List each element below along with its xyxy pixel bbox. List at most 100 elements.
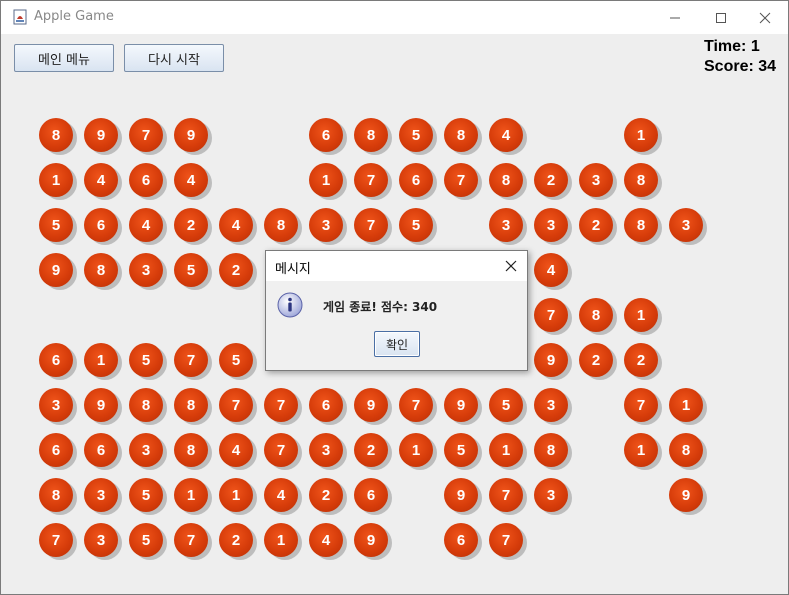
apple-cell[interactable]: 4 [84,163,122,200]
apple-cell[interactable]: 8 [354,118,392,155]
apple-cell[interactable]: 3 [309,433,347,470]
apple-cell[interactable]: 6 [354,478,392,515]
apple-cell[interactable]: 9 [669,478,707,515]
apple-cell[interactable]: 1 [489,433,527,470]
apple-cell[interactable]: 5 [399,118,437,155]
apple-cell[interactable]: 7 [354,208,392,245]
apple-cell[interactable]: 1 [39,163,77,200]
apple-cell[interactable]: 4 [174,163,212,200]
main-menu-button[interactable]: 메인 메뉴 [14,44,114,72]
apple-cell[interactable]: 7 [624,388,662,425]
apple-cell[interactable]: 4 [489,118,527,155]
apple-cell[interactable]: 6 [444,523,482,560]
apple-cell[interactable]: 9 [354,388,392,425]
apple-cell[interactable]: 5 [129,343,167,380]
apple-cell[interactable]: 6 [309,118,347,155]
apple-cell[interactable]: 4 [129,208,167,245]
apple-cell[interactable]: 3 [129,253,167,290]
apple-cell[interactable]: 5 [39,208,77,245]
apple-cell[interactable]: 9 [354,523,392,560]
apple-cell[interactable]: 8 [174,388,212,425]
apple-cell[interactable]: 7 [489,523,527,560]
apple-cell[interactable]: 3 [39,388,77,425]
apple-cell[interactable]: 6 [129,163,167,200]
apple-cell[interactable]: 8 [174,433,212,470]
apple-cell[interactable]: 6 [84,433,122,470]
apple-cell[interactable]: 7 [534,298,572,335]
apple-cell[interactable]: 1 [624,433,662,470]
apple-cell[interactable]: 8 [264,208,302,245]
restart-button[interactable]: 다시 시작 [124,44,224,72]
apple-cell[interactable]: 4 [219,433,257,470]
apple-cell[interactable]: 7 [264,388,302,425]
apple-cell[interactable]: 4 [264,478,302,515]
apple-cell[interactable]: 6 [84,208,122,245]
apple-cell[interactable]: 2 [624,343,662,380]
apple-cell[interactable]: 8 [39,118,77,155]
apple-cell[interactable]: 8 [579,298,617,335]
apple-cell[interactable]: 5 [174,253,212,290]
apple-cell[interactable]: 2 [354,433,392,470]
apple-cell[interactable]: 1 [309,163,347,200]
apple-cell[interactable]: 7 [174,343,212,380]
apple-cell[interactable]: 5 [129,478,167,515]
apple-cell[interactable]: 3 [84,478,122,515]
apple-cell[interactable]: 6 [399,163,437,200]
apple-cell[interactable]: 2 [219,523,257,560]
apple-cell[interactable]: 8 [39,478,77,515]
apple-cell[interactable]: 2 [534,163,572,200]
apple-cell[interactable]: 4 [309,523,347,560]
apple-cell[interactable]: 9 [39,253,77,290]
apple-cell[interactable]: 7 [39,523,77,560]
apple-cell[interactable]: 6 [309,388,347,425]
apple-cell[interactable]: 8 [444,118,482,155]
apple-cell[interactable]: 9 [174,118,212,155]
apple-cell[interactable]: 9 [84,388,122,425]
apple-cell[interactable]: 7 [264,433,302,470]
apple-cell[interactable]: 3 [534,208,572,245]
apple-cell[interactable]: 1 [264,523,302,560]
apple-cell[interactable]: 6 [39,343,77,380]
apple-cell[interactable]: 7 [219,388,257,425]
apple-cell[interactable]: 7 [399,388,437,425]
dialog-close-button[interactable] [500,255,522,277]
apple-cell[interactable]: 1 [174,478,212,515]
apple-cell[interactable]: 8 [534,433,572,470]
apple-cell[interactable]: 5 [399,208,437,245]
apple-cell[interactable]: 8 [624,208,662,245]
apple-cell[interactable]: 1 [624,298,662,335]
apple-cell[interactable]: 8 [129,388,167,425]
apple-cell[interactable]: 7 [129,118,167,155]
ok-button[interactable]: 확인 [374,331,420,357]
apple-cell[interactable]: 6 [39,433,77,470]
apple-cell[interactable]: 2 [579,208,617,245]
apple-cell[interactable]: 8 [84,253,122,290]
apple-cell[interactable]: 2 [579,343,617,380]
apple-cell[interactable]: 9 [444,388,482,425]
apple-cell[interactable]: 1 [669,388,707,425]
apple-cell[interactable]: 8 [669,433,707,470]
apple-cell[interactable]: 7 [174,523,212,560]
apple-cell[interactable]: 1 [399,433,437,470]
apple-cell[interactable]: 3 [579,163,617,200]
apple-cell[interactable]: 5 [219,343,257,380]
apple-cell[interactable]: 3 [669,208,707,245]
apple-cell[interactable]: 4 [534,253,572,290]
apple-cell[interactable]: 1 [84,343,122,380]
apple-cell[interactable]: 9 [84,118,122,155]
apple-cell[interactable]: 3 [534,388,572,425]
apple-cell[interactable]: 5 [444,433,482,470]
apple-cell[interactable]: 8 [624,163,662,200]
apple-cell[interactable]: 3 [309,208,347,245]
apple-cell[interactable]: 3 [84,523,122,560]
apple-cell[interactable]: 1 [219,478,257,515]
apple-cell[interactable]: 8 [489,163,527,200]
apple-cell[interactable]: 2 [309,478,347,515]
apple-cell[interactable]: 3 [534,478,572,515]
apple-cell[interactable]: 2 [219,253,257,290]
apple-cell[interactable]: 1 [624,118,662,155]
apple-cell[interactable]: 4 [219,208,257,245]
close-button[interactable] [742,1,788,34]
apple-cell[interactable]: 2 [174,208,212,245]
maximize-button[interactable] [698,1,744,34]
